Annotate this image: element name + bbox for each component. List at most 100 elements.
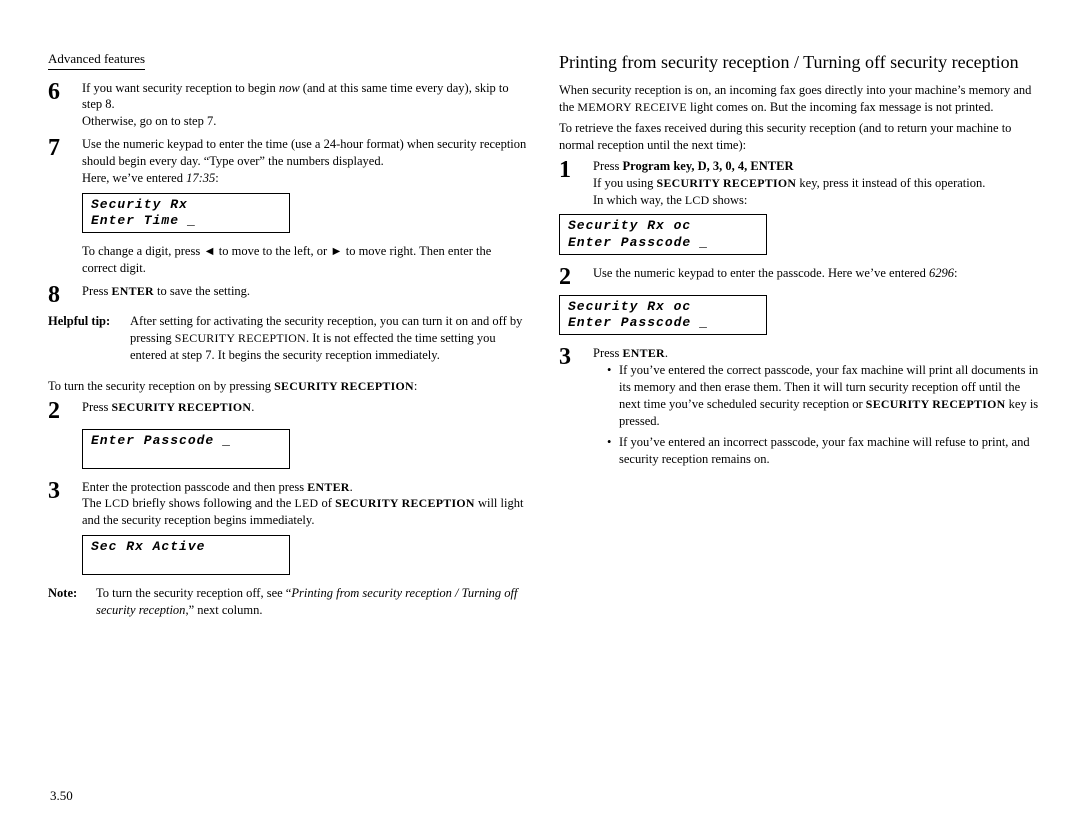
bullet-text: If you’ve entered an incorrect passcode,… (619, 434, 1040, 468)
step-body: Enter the protection passcode and then p… (82, 479, 529, 530)
text: Press (593, 346, 623, 360)
text: Press (82, 284, 112, 298)
text: Press (82, 400, 112, 414)
step-3: 3 Enter the protection passcode and then… (48, 479, 529, 530)
key-name: SECURITY RECEPTION (866, 397, 1006, 411)
lcd-line-2: Enter Passcode _ (568, 315, 758, 331)
step-number: 2 (559, 265, 593, 289)
text: Use the numeric keypad to enter the pass… (593, 266, 929, 280)
note-body: To turn the security reception off, see … (96, 585, 529, 619)
text-italic: 6296 (929, 266, 954, 280)
lcd-display: Security Rx oc Enter Passcode _ (559, 214, 767, 255)
text: If you using SECURITY RECEPTION key, pre… (593, 175, 1040, 192)
bullet: • If you’ve entered an incorrect passcod… (607, 434, 1040, 468)
bullet-dot: • (607, 362, 619, 430)
key-name: SECURITY RECEPTION (112, 400, 252, 414)
text: shows: (710, 193, 748, 207)
step-number: 3 (559, 345, 593, 471)
lcd-line-1: Sec Rx Active (91, 539, 281, 555)
text: : (954, 266, 957, 280)
step-number: 6 (48, 80, 82, 131)
text: To turn the security reception on by pre… (48, 378, 529, 395)
text: If you using (593, 176, 657, 190)
step-body: Press ENTER. • If you’ve entered the cor… (593, 345, 1040, 471)
step-r2: 2 Use the numeric keypad to enter the pa… (559, 265, 1040, 289)
step-number: 2 (48, 399, 82, 423)
intro-paragraph: When security reception is on, an incomi… (559, 82, 1040, 116)
lcd-display: Enter Passcode _ (82, 429, 290, 469)
text: briefly shows following and the (129, 496, 294, 510)
left-column: Advanced features 6 If you want security… (48, 50, 529, 623)
lcd-line-1: Security Rx oc (568, 218, 758, 234)
text: Otherwise, go on to step 7. (82, 113, 529, 130)
page-number: 3.50 (50, 788, 73, 804)
text: To change a digit, press ◄ to move to th… (82, 243, 529, 277)
text: The (82, 496, 105, 510)
step-body: Press ENTER to save the setting. (82, 283, 529, 307)
lcd-line-1: Enter Passcode _ (91, 433, 281, 449)
small-caps: LCD (105, 496, 130, 510)
section-label: Advanced features (48, 50, 145, 70)
text: of (318, 496, 335, 510)
text: . (251, 400, 254, 414)
step-body: If you want security reception to begin … (82, 80, 529, 131)
text: . (665, 346, 668, 360)
text: to save the setting. (154, 284, 250, 298)
small-caps: LCD (685, 193, 710, 207)
lcd-line-1: Security Rx oc (568, 299, 758, 315)
bullet-text: If you’ve entered the correct passcode, … (619, 362, 1040, 430)
note: Note: To turn the security reception off… (48, 585, 529, 619)
key-name: ENTER (112, 284, 154, 298)
step-r3: 3 Press ENTER. • If you’ve entered the c… (559, 345, 1040, 471)
text: In which way, the (593, 193, 685, 207)
text: Here, we’ve entered 17:35: (82, 170, 529, 187)
step-body: Press SECURITY RECEPTION. (82, 399, 529, 423)
text: Here, we’ve entered (82, 171, 186, 185)
text: . (350, 480, 353, 494)
step-number: 3 (48, 479, 82, 530)
text: The LCD briefly shows following and the … (82, 495, 529, 529)
text-italic: 17:35 (186, 171, 215, 185)
text: key, press it instead of this operation. (796, 176, 985, 190)
text: ,” next column. (185, 603, 262, 617)
text: Enter the protection passcode and then p… (82, 480, 307, 494)
bold-text: Program key, D, 3, 0, 4, ENTER (623, 159, 794, 173)
lcd-line-2: Enter Time _ (91, 213, 281, 229)
text: If you want security reception to begin (82, 81, 279, 95)
helpful-tip: Helpful tip: After setting for activatin… (48, 313, 529, 364)
lcd-line-1: Security Rx (91, 197, 281, 213)
lcd-display: Security Rx oc Enter Passcode _ (559, 295, 767, 336)
two-columns: Advanced features 6 If you want security… (48, 50, 1040, 623)
step-2: 2 Press SECURITY RECEPTION. (48, 399, 529, 423)
text: Press (593, 159, 623, 173)
key-name: ENTER (623, 346, 665, 360)
step-body: Use the numeric keypad to enter the time… (82, 136, 529, 187)
intro-paragraph-2: To retrieve the faxes received during th… (559, 120, 1040, 154)
small-caps: LED (294, 496, 318, 510)
step-number: 7 (48, 136, 82, 187)
text-italic: now (279, 81, 300, 95)
bullet-dot: • (607, 434, 619, 468)
right-column: Printing from security reception / Turni… (559, 50, 1040, 623)
step-number: 8 (48, 283, 82, 307)
key-name: ENTER (307, 480, 349, 494)
tip-label: Helpful tip: (48, 313, 130, 364)
text: Use the numeric keypad to enter the time… (82, 136, 529, 170)
lcd-display: Security Rx Enter Time _ (82, 193, 290, 234)
step-6: 6 If you want security reception to begi… (48, 80, 529, 131)
text: To turn the security reception on by pre… (48, 379, 274, 393)
manual-page: Advanced features 6 If you want security… (0, 0, 1080, 834)
key-name: SECURITY RECEPTION (274, 379, 414, 393)
heading: Printing from security reception / Turni… (559, 50, 1040, 74)
tip-body: After setting for activating the securit… (130, 313, 529, 364)
key-name: SECURITY RECEPTION (657, 176, 797, 190)
text: : (414, 379, 417, 393)
text: To turn the security reception off, see … (96, 586, 291, 600)
step-number: 1 (559, 158, 593, 209)
text: : (215, 171, 218, 185)
step-7: 7 Use the numeric keypad to enter the ti… (48, 136, 529, 187)
step-body: Press Program key, D, 3, 0, 4, ENTER If … (593, 158, 1040, 209)
lcd-display: Sec Rx Active (82, 535, 290, 575)
step-r1: 1 Press Program key, D, 3, 0, 4, ENTER I… (559, 158, 1040, 209)
bullet: • If you’ve entered the correct passcode… (607, 362, 1040, 430)
